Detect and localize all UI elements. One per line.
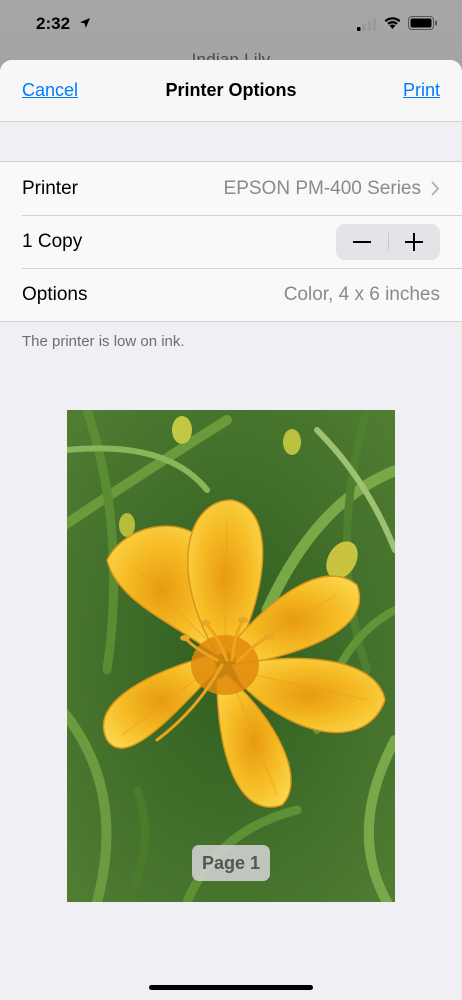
- copies-label: 1 Copy: [22, 230, 83, 252]
- flower-photo: [67, 410, 395, 902]
- low-ink-warning: The printer is low on ink.: [22, 333, 185, 350]
- print-button[interactable]: Print: [403, 80, 440, 101]
- printer-settings-group: Printer EPSON PM-400 Series 1 Copy Optio…: [0, 161, 462, 322]
- status-bar: 2:32: [0, 0, 462, 52]
- options-row[interactable]: Options Color, 4 x 6 inches: [0, 268, 462, 321]
- wifi-icon: [384, 17, 401, 29]
- copies-row: 1 Copy: [0, 215, 462, 268]
- page-number-badge: Page 1: [192, 845, 270, 881]
- print-preview[interactable]: Page 1: [67, 410, 395, 902]
- decrement-button[interactable]: [336, 224, 388, 260]
- printer-label: Printer: [22, 177, 78, 199]
- battery-icon: [408, 16, 437, 30]
- chevron-right-icon: [431, 181, 439, 196]
- options-label: Options: [22, 283, 88, 305]
- stepper-divider: [388, 232, 389, 251]
- home-indicator[interactable]: [149, 985, 313, 990]
- options-value: Color, 4 x 6 inches: [283, 283, 440, 305]
- plus-icon: [405, 232, 423, 251]
- copies-stepper[interactable]: [336, 223, 440, 260]
- increment-button[interactable]: [388, 224, 440, 260]
- cellular-signal-icon: [357, 18, 377, 31]
- printer-row[interactable]: Printer EPSON PM-400 Series: [0, 162, 462, 215]
- location-arrow-icon: [80, 18, 90, 28]
- status-time: 2:32: [36, 14, 71, 33]
- printer-options-sheet: Cancel Printer Options Print Printer EPS…: [0, 60, 462, 1000]
- navigation-bar: Cancel Printer Options Print: [0, 60, 462, 122]
- minus-icon: [353, 240, 371, 243]
- page-title: Printer Options: [165, 80, 297, 100]
- printer-value: EPSON PM-400 Series: [223, 177, 421, 199]
